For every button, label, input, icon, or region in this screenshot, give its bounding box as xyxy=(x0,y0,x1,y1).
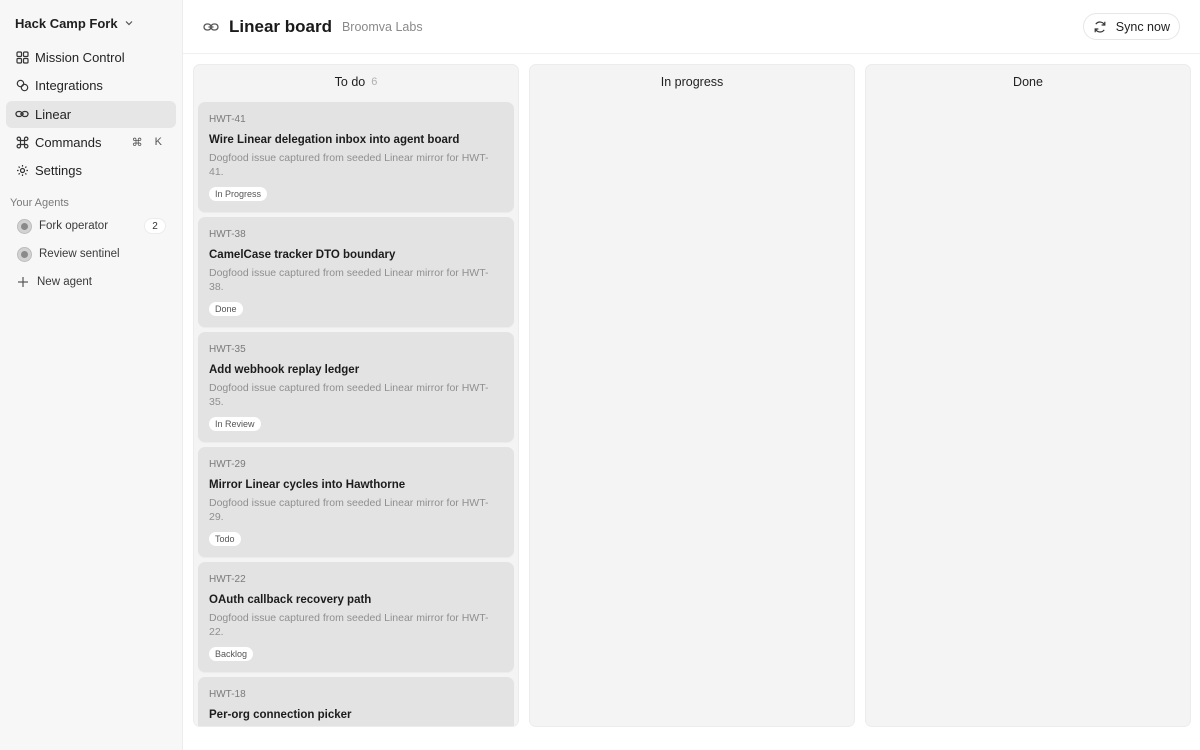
agent-item-fork-operator[interactable]: Fork operator 2 xyxy=(6,212,176,240)
column-count: 6 xyxy=(371,75,378,88)
issue-card[interactable]: HWT-29 Mirror Linear cycles into Hawthor… xyxy=(198,447,514,557)
issue-title: Add webhook replay ledger xyxy=(209,364,360,376)
workspace-name: Hack Camp Fork xyxy=(15,15,118,31)
page-subtitle: Broomva Labs xyxy=(341,19,423,34)
column-in-progress: In progress xyxy=(529,64,855,727)
issue-key: HWT-29 xyxy=(209,459,246,470)
issue-description: Dogfood issue captured from seeded Linea… xyxy=(209,497,489,523)
kanban-board: To do 6 HWT-41 Wire Linear delegation in… xyxy=(193,64,1191,727)
issue-key: HWT-18 xyxy=(209,689,246,700)
status-badge: Todo xyxy=(209,532,241,546)
sidebar: Hack Camp Fork Mission Control Integrati… xyxy=(0,0,183,750)
issue-card[interactable]: HWT-35 Add webhook replay ledger Dogfood… xyxy=(198,332,514,442)
command-key: ⌘ xyxy=(131,136,143,149)
agent-name: Fork operator xyxy=(39,220,109,233)
agent-count-badge: 2 xyxy=(144,218,166,235)
status-badge: Done xyxy=(209,302,243,316)
sidebar-item-label: Linear xyxy=(35,106,72,122)
agent-name: Review sentinel xyxy=(39,248,120,261)
grid-icon xyxy=(15,51,29,65)
status-badge: Backlog xyxy=(209,647,254,661)
issue-key: HWT-41 xyxy=(209,114,246,125)
plus-icon xyxy=(17,276,29,288)
sidebar-item-mission-control[interactable]: Mission Control xyxy=(6,44,176,71)
agent-avatar xyxy=(17,218,32,234)
column-done: Done xyxy=(865,64,1191,727)
link-icon xyxy=(203,19,219,35)
column-title: Done xyxy=(1013,74,1043,89)
page-title: Linear board xyxy=(229,16,332,36)
issue-key: HWT-38 xyxy=(209,229,246,240)
refresh-icon xyxy=(1093,20,1107,34)
issue-description: Dogfood issue captured from seeded Linea… xyxy=(209,152,489,178)
agent-avatar xyxy=(17,246,32,262)
gear-icon xyxy=(15,164,29,178)
workspace-switcher[interactable]: Hack Camp Fork xyxy=(6,0,176,46)
new-agent-button[interactable]: New agent xyxy=(6,268,176,296)
issue-title: Mirror Linear cycles into Hawthorne xyxy=(209,479,406,491)
integrations-icon xyxy=(15,79,29,93)
issue-title: CamelCase tracker DTO boundary xyxy=(209,249,396,261)
issue-key: HWT-22 xyxy=(209,574,246,585)
status-badge: In Review xyxy=(209,417,261,431)
column-header: To do 6 xyxy=(194,65,518,98)
card-list: HWT-41 Wire Linear delegation inbox into… xyxy=(194,98,518,726)
issue-key: HWT-35 xyxy=(209,344,246,355)
sync-now-button[interactable]: Sync now xyxy=(1082,13,1180,40)
link-icon xyxy=(15,107,29,121)
new-agent-label: New agent xyxy=(37,276,92,289)
sidebar-item-settings[interactable]: Settings xyxy=(6,157,176,184)
sidebar-item-integrations[interactable]: Integrations xyxy=(6,72,176,99)
issue-title: Per-org connection picker xyxy=(209,709,352,721)
sidebar-item-label: Integrations xyxy=(35,78,103,94)
keyboard-shortcut: ⌘ K xyxy=(132,129,162,156)
column-header: In progress xyxy=(530,65,854,98)
page-header: Linear board Broomva Labs Sync now xyxy=(183,0,1200,54)
sidebar-item-linear[interactable]: Linear xyxy=(6,100,176,128)
issue-description: Dogfood issue captured from seeded Linea… xyxy=(209,382,489,408)
issue-title: Wire Linear delegation inbox into agent … xyxy=(209,134,460,146)
column-title: In progress xyxy=(660,74,724,89)
issue-card[interactable]: HWT-38 CamelCase tracker DTO boundary Do… xyxy=(198,217,514,327)
sidebar-item-label: Mission Control xyxy=(35,50,125,65)
k-key: K xyxy=(154,136,162,149)
command-icon xyxy=(15,135,29,149)
issue-title: OAuth callback recovery path xyxy=(209,594,372,606)
column-todo: To do 6 HWT-41 Wire Linear delegation in… xyxy=(193,64,519,727)
issue-description: Dogfood issue captured from seeded Linea… xyxy=(209,612,489,638)
sync-now-label: Sync now xyxy=(1115,19,1170,34)
sidebar-nav: Mission Control Integrations Linear Comm… xyxy=(6,44,176,184)
issue-card[interactable]: HWT-18 Per-org connection picker xyxy=(198,677,514,726)
chevron-down-icon xyxy=(124,18,134,28)
column-header: Done xyxy=(866,65,1190,98)
issue-card[interactable]: HWT-41 Wire Linear delegation inbox into… xyxy=(198,102,514,212)
sidebar-item-commands[interactable]: Commands ⌘ K xyxy=(6,129,176,156)
sidebar-item-label: Settings xyxy=(35,163,82,179)
agents-section-label: Your Agents xyxy=(10,197,69,210)
status-badge: In Progress xyxy=(209,187,268,201)
column-title: To do xyxy=(334,74,366,89)
issue-description: Dogfood issue captured from seeded Linea… xyxy=(209,267,489,293)
main-content: Linear board Broomva Labs Sync now To do… xyxy=(183,0,1200,750)
issue-card[interactable]: HWT-22 OAuth callback recovery path Dogf… xyxy=(198,562,514,672)
agent-item-review-sentinel[interactable]: Review sentinel xyxy=(6,240,176,268)
sidebar-item-label: Commands xyxy=(35,134,102,150)
app-window: Hack Camp Fork Mission Control Integrati… xyxy=(0,0,1200,750)
